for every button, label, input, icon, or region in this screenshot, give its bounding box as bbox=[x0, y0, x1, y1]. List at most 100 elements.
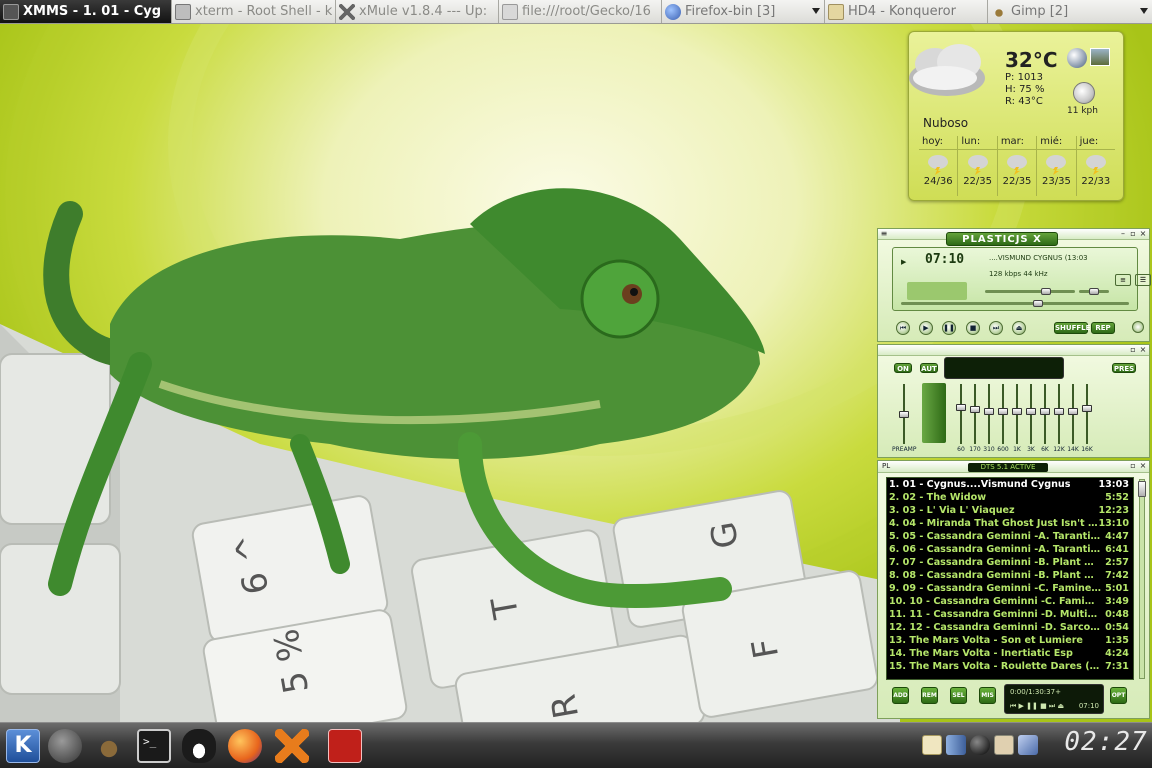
mini-controls-icon[interactable]: ⏮ ▶ ❚❚ ■ ⏭ ⏏ bbox=[1010, 702, 1064, 711]
volume-slider[interactable] bbox=[985, 290, 1075, 293]
eq-band-slider[interactable] bbox=[1082, 384, 1092, 444]
close-icon[interactable]: × bbox=[1139, 346, 1147, 354]
add-button[interactable]: ADD bbox=[892, 687, 909, 704]
xmms-launcher-icon[interactable] bbox=[48, 729, 82, 763]
list-item[interactable]: 6. 06 - Cassandra Geminni -A. Tarantism … bbox=[887, 543, 1133, 556]
remove-button[interactable]: REM bbox=[921, 687, 938, 704]
shade-icon[interactable]: ▫ bbox=[1129, 462, 1137, 470]
eq-knob[interactable] bbox=[899, 411, 909, 418]
shuffle-button[interactable]: SHUFFLE bbox=[1054, 322, 1090, 334]
eq-band-slider[interactable] bbox=[1040, 384, 1050, 444]
eq-knob[interactable] bbox=[1054, 408, 1064, 415]
eq-band-slider[interactable] bbox=[1068, 384, 1078, 444]
next-button[interactable]: ⏭ bbox=[989, 321, 1003, 335]
eq-knob[interactable] bbox=[984, 408, 994, 415]
gimp-launcher-icon[interactable] bbox=[92, 729, 126, 763]
list-item[interactable]: 7. 07 - Cassandra Geminni -B. Plant A Na… bbox=[887, 556, 1133, 569]
playlist-scrollbar[interactable] bbox=[1139, 479, 1145, 679]
close-icon[interactable]: × bbox=[1139, 462, 1147, 470]
close-icon[interactable]: × bbox=[1139, 230, 1147, 238]
task-file-browser[interactable]: file:///root/Gecko/16 bbox=[499, 0, 662, 23]
eq-auto-button[interactable]: AUT bbox=[920, 363, 938, 373]
panel-clock[interactable]: 02:27 bbox=[1064, 727, 1148, 759]
task-xmule[interactable]: xMule v1.8.4 --- Up: bbox=[336, 0, 499, 23]
list-item[interactable]: 15. The Mars Volta - Roulette Dares (Thi… bbox=[887, 660, 1133, 673]
playlist-toggle-icon[interactable]: ☰ bbox=[1135, 274, 1151, 286]
klipper-icon[interactable] bbox=[922, 735, 942, 755]
task-xmms[interactable]: XMMS - 1. 01 - Cyg bbox=[0, 0, 172, 23]
shade-icon[interactable]: ▫ bbox=[1129, 346, 1137, 354]
eq-band-slider[interactable] bbox=[984, 384, 994, 444]
task-konqueror[interactable]: HD4 - Konqueror bbox=[825, 0, 988, 23]
list-item[interactable]: 5. 05 - Cassandra Geminni -A. Tarantism 4… bbox=[887, 530, 1133, 543]
eject-button[interactable]: ⏏ bbox=[1012, 321, 1026, 335]
eq-knob[interactable] bbox=[1040, 408, 1050, 415]
eq-knob[interactable] bbox=[1026, 408, 1036, 415]
list-item[interactable]: 10. 10 - Cassandra Geminni -C. Faminepu.… bbox=[887, 595, 1133, 608]
minimize-icon[interactable]: – bbox=[1119, 230, 1127, 238]
task-firefox[interactable]: Firefox-bin [3] bbox=[662, 0, 825, 23]
stop-button[interactable]: ■ bbox=[966, 321, 980, 335]
chevron-down-icon[interactable] bbox=[1140, 8, 1148, 14]
list-item[interactable]: 3. 03 - L' Via L' Viaquez 12:23 bbox=[887, 504, 1133, 517]
list-item[interactable]: 9. 09 - Cassandra Geminni -C. Faminepuls… bbox=[887, 582, 1133, 595]
seek-bar[interactable] bbox=[901, 302, 1129, 305]
weather-widget[interactable]: 32°C P: 1013 H: 75 % R: 43°C 11 kph Nubo… bbox=[908, 31, 1124, 201]
list-item[interactable]: 8. 08 - Cassandra Geminni -B. Plant A Na… bbox=[887, 569, 1133, 582]
list-item[interactable]: 1. 01 - Cygnus....Vismund Cygnus 13:03 bbox=[887, 478, 1133, 491]
visualizer[interactable] bbox=[907, 282, 967, 300]
eq-band-slider[interactable] bbox=[956, 384, 966, 444]
eq-on-button[interactable]: ON bbox=[894, 363, 912, 373]
eq-band-slider[interactable] bbox=[1012, 384, 1022, 444]
previous-button[interactable]: ⏮ bbox=[896, 321, 910, 335]
kmix-icon[interactable] bbox=[994, 735, 1014, 755]
pause-button[interactable]: ❚❚ bbox=[942, 321, 956, 335]
equalizer-toggle-icon[interactable]: ≡ bbox=[1115, 274, 1131, 286]
list-item[interactable]: 13. The Mars Volta - Son et Lumiere 1:35 bbox=[887, 634, 1133, 647]
repeat-button[interactable]: REP bbox=[1091, 322, 1115, 334]
network-icon[interactable] bbox=[1018, 735, 1038, 755]
playlist-list[interactable]: 1. 01 - Cygnus....Vismund Cygnus 13:03 2.… bbox=[886, 477, 1134, 680]
task-gimp[interactable]: Gimp [2] bbox=[988, 0, 1152, 23]
seek-knob[interactable] bbox=[1033, 300, 1043, 307]
chevron-down-icon[interactable] bbox=[812, 8, 820, 14]
bomb-icon[interactable] bbox=[970, 735, 990, 755]
equalizer-titlebar[interactable]: ▫ × bbox=[878, 345, 1149, 356]
options-button[interactable] bbox=[1132, 321, 1144, 333]
play-button[interactable]: ▶ bbox=[919, 321, 933, 335]
eq-band-slider[interactable] bbox=[1054, 384, 1064, 444]
select-button[interactable]: SEL bbox=[950, 687, 967, 704]
list-item[interactable]: 12. 12 - Cassandra Geminni -D. Sarcophag… bbox=[887, 621, 1133, 634]
list-item[interactable]: 4. 04 - Miranda That Ghost Just Isn't Ho… bbox=[887, 517, 1133, 530]
xchat-icon[interactable] bbox=[275, 729, 309, 763]
eq-knob[interactable] bbox=[1082, 405, 1092, 412]
menu-icon[interactable]: ≡ bbox=[880, 230, 888, 238]
eq-preamp-slider[interactable] bbox=[899, 384, 909, 444]
xmms-main-window[interactable]: ≡ – ▫ × PLASTICJS X ▶ 07:10 ....VISMUND … bbox=[877, 228, 1151, 342]
firefox-launcher-icon[interactable] bbox=[228, 729, 262, 763]
scrollbar-thumb[interactable] bbox=[1138, 481, 1146, 497]
eq-knob[interactable] bbox=[998, 408, 1008, 415]
eq-band-slider[interactable] bbox=[1026, 384, 1036, 444]
volume-knob[interactable] bbox=[1041, 288, 1051, 295]
tux-icon[interactable] bbox=[182, 729, 216, 763]
task-xterm[interactable]: xterm - Root Shell - k bbox=[172, 0, 336, 23]
globe-icon[interactable] bbox=[1067, 48, 1087, 68]
shade-icon[interactable]: ▫ bbox=[1129, 230, 1137, 238]
eq-presets-button[interactable]: PRES bbox=[1112, 363, 1136, 373]
misc-button[interactable]: MIS bbox=[979, 687, 996, 704]
eq-band-slider[interactable] bbox=[998, 384, 1008, 444]
eq-knob[interactable] bbox=[970, 406, 980, 413]
terminal-launcher-icon[interactable]: >_ bbox=[137, 729, 171, 763]
balance-knob[interactable] bbox=[1089, 288, 1099, 295]
list-item[interactable]: 14. The Mars Volta - Inertiatic Esp 4:24 bbox=[887, 647, 1133, 660]
kde-menu-icon[interactable]: K bbox=[6, 729, 40, 763]
eq-band-slider[interactable] bbox=[970, 384, 980, 444]
eq-knob[interactable] bbox=[956, 404, 966, 411]
eq-knob[interactable] bbox=[1068, 408, 1078, 415]
list-item[interactable]: 2. 02 - The Widow 5:52 bbox=[887, 491, 1133, 504]
eq-knob[interactable] bbox=[1012, 408, 1022, 415]
list-options-button[interactable]: OPT bbox=[1110, 687, 1127, 704]
volume-icon[interactable] bbox=[946, 735, 966, 755]
imdb-icon[interactable] bbox=[328, 729, 362, 763]
